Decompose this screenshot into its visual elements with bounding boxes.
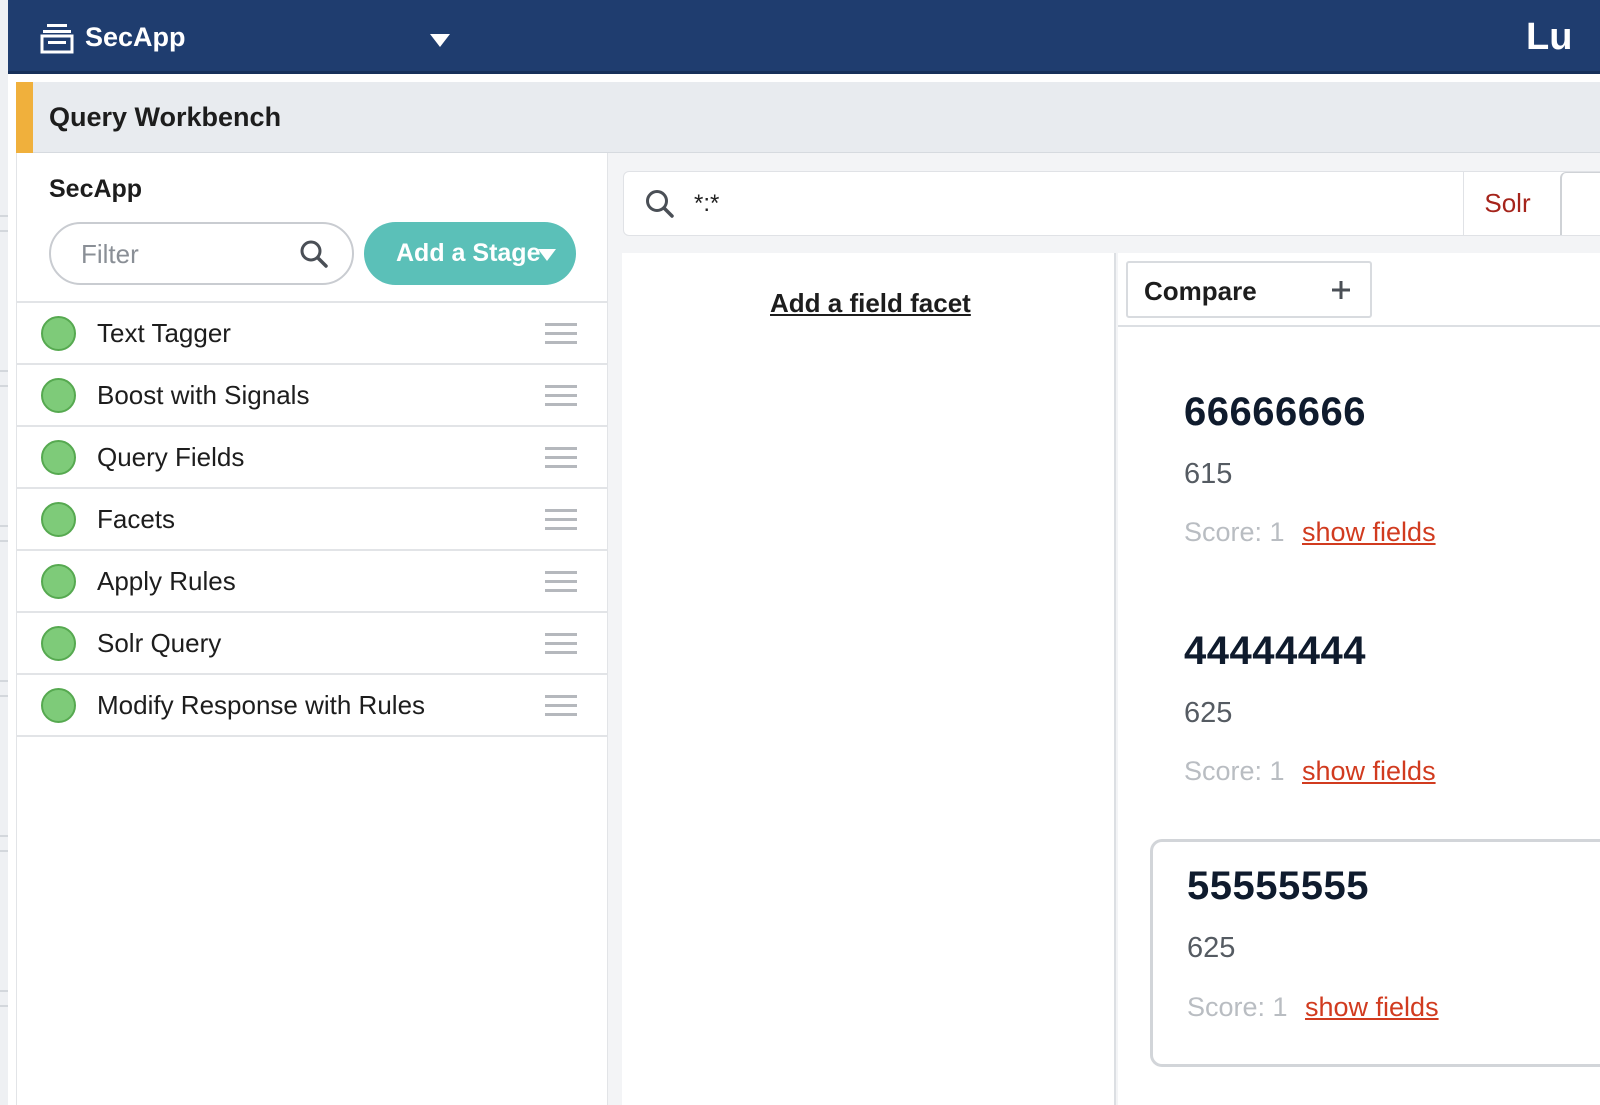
stage-label: Text Tagger — [97, 318, 231, 348]
stage-item-text-tagger[interactable]: Text Tagger — [17, 303, 608, 365]
add-stage-label: Add a Stage — [396, 239, 541, 267]
show-fields-link[interactable]: show fields — [1305, 992, 1439, 1023]
stage-list: Text Tagger Boost with Signals Query Fie… — [17, 301, 608, 737]
stage-label: Solr Query — [97, 628, 222, 658]
result-card[interactable]: 66666666 615 Score: 1 show fields — [1150, 368, 1600, 596]
result-score: Score: 1 — [1187, 992, 1288, 1022]
left-edge-strip — [0, 0, 8, 1105]
query-input[interactable] — [694, 186, 1394, 222]
results-panel: Compare 66666666 615 Score: 1 show field… — [1118, 253, 1600, 1105]
query-bar-next-control[interactable] — [1560, 172, 1600, 235]
result-card-selected[interactable]: 55555555 625 Score: 1 show fields — [1150, 839, 1600, 1067]
stacked-tray-icon[interactable] — [40, 22, 74, 54]
result-score: Score: 1 — [1184, 517, 1285, 547]
stage-item-boost-with-signals[interactable]: Boost with Signals — [17, 365, 608, 427]
search-icon[interactable] — [644, 188, 676, 220]
compare-toolbar: Compare — [1118, 253, 1600, 327]
drag-handle-icon[interactable] — [545, 323, 577, 345]
circle-status-icon[interactable] — [41, 316, 76, 351]
drag-handle-icon[interactable] — [545, 571, 577, 593]
header-accent-bar — [16, 82, 33, 153]
stage-item-apply-rules[interactable]: Apply Rules — [17, 551, 608, 613]
stage-label: Facets — [97, 504, 176, 534]
stage-label: Boost with Signals — [97, 380, 310, 410]
result-id: 55555555 — [1187, 864, 1369, 908]
compare-button[interactable]: Compare — [1126, 261, 1372, 318]
filter-input[interactable] — [81, 238, 281, 270]
solr-button[interactable]: Solr — [1463, 172, 1551, 235]
drag-handle-icon[interactable] — [545, 633, 577, 655]
circle-status-icon[interactable] — [41, 378, 76, 413]
show-fields-link[interactable]: show fields — [1302, 756, 1436, 787]
triangle-down-icon[interactable] — [428, 30, 452, 50]
triangle-down-icon — [538, 249, 556, 261]
circle-status-icon[interactable] — [41, 626, 76, 661]
circle-status-icon[interactable] — [41, 564, 76, 599]
pipeline-panel: SecApp Add a Stage Text Tagger Boost wit… — [16, 153, 608, 1105]
result-value: 625 — [1187, 932, 1236, 964]
drag-handle-icon[interactable] — [545, 385, 577, 407]
plus-icon — [1332, 281, 1350, 299]
query-bar: Solr — [623, 171, 1600, 236]
stage-item-facets[interactable]: Facets — [17, 489, 608, 551]
show-fields-link[interactable]: show fields — [1302, 517, 1436, 548]
circle-status-icon[interactable] — [41, 688, 76, 723]
drag-handle-icon[interactable] — [545, 695, 577, 717]
pipeline-title: SecApp — [49, 175, 143, 203]
stage-label: Modify Response with Rules — [97, 690, 426, 720]
compare-label: Compare — [1144, 276, 1257, 306]
page-title: Query Workbench — [49, 102, 282, 132]
result-id: 44444444 — [1184, 629, 1366, 673]
stage-item-query-fields[interactable]: Query Fields — [17, 427, 608, 489]
page-header: Query Workbench — [16, 82, 1600, 153]
result-score: Score: 1 — [1184, 756, 1285, 786]
result-value: 615 — [1184, 458, 1233, 490]
circle-status-icon[interactable] — [41, 440, 76, 475]
result-id: 66666666 — [1184, 390, 1366, 434]
top-right-title: Lu — [1526, 16, 1573, 58]
stage-label: Apply Rules — [97, 566, 236, 596]
add-field-facet-link[interactable]: Add a field facet — [770, 288, 971, 319]
drag-handle-icon[interactable] — [545, 447, 577, 469]
add-stage-button[interactable]: Add a Stage — [364, 222, 576, 285]
app-name[interactable]: SecApp — [85, 22, 186, 53]
facet-panel: Add a field facet — [622, 253, 1116, 1105]
circle-status-icon[interactable] — [41, 502, 76, 537]
stage-label: Query Fields — [97, 442, 245, 472]
stage-item-solr-query[interactable]: Solr Query — [17, 613, 608, 675]
stage-filter — [49, 222, 354, 285]
result-value: 625 — [1184, 697, 1233, 729]
search-icon[interactable] — [299, 239, 329, 269]
top-navigation-bar: SecApp Lu — [8, 0, 1600, 74]
drag-handle-icon[interactable] — [545, 509, 577, 531]
result-card[interactable]: 44444444 625 Score: 1 show fields — [1150, 607, 1600, 835]
stage-item-modify-response-with-rules[interactable]: Modify Response with Rules — [17, 675, 608, 737]
